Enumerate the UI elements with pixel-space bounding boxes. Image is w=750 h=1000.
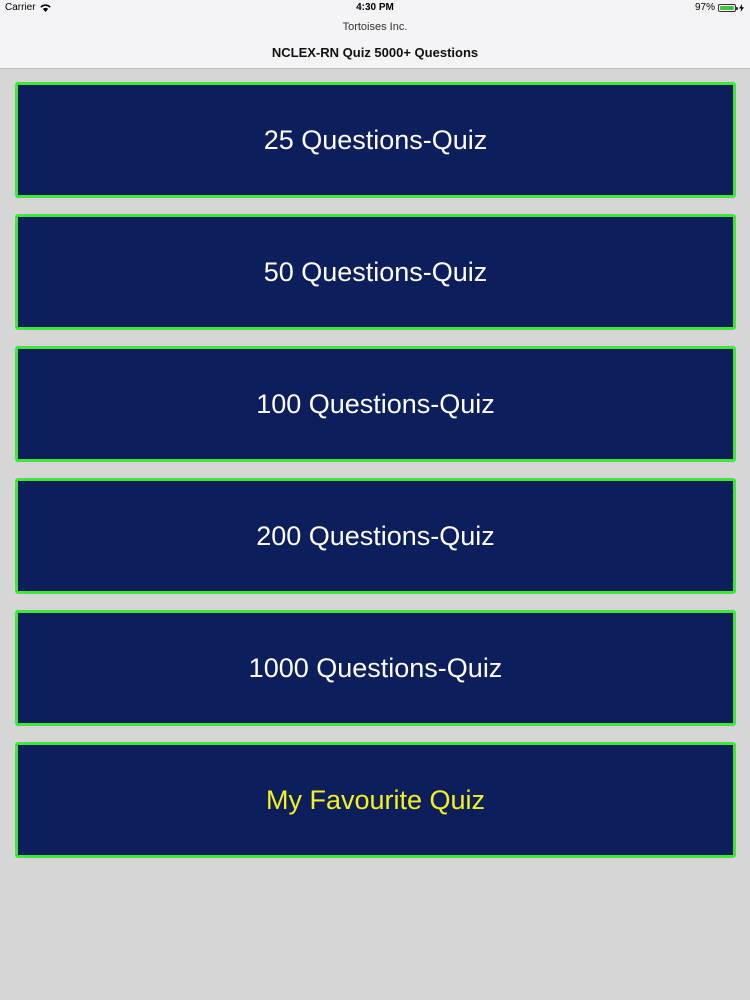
battery-percent: 97%: [694, 2, 715, 13]
battery-tip: [736, 6, 738, 10]
page-title: NCLEX-RN Quiz 5000+ Questions: [271, 45, 479, 60]
quiz-200-button[interactable]: 200 Questions-Quiz: [15, 478, 736, 594]
app-company-name: Tortoises Inc.: [342, 21, 408, 33]
quiz-button-label: 1000 Questions-Quiz: [248, 652, 503, 683]
quiz-menu: 25 Questions-Quiz 50 Questions-Quiz 100 …: [15, 82, 736, 874]
quiz-button-label: 200 Questions-Quiz: [256, 520, 495, 551]
battery-status: 97%: [695, 2, 744, 13]
quiz-button-label: 100 Questions-Quiz: [256, 388, 495, 419]
quiz-25-button[interactable]: 25 Questions-Quiz: [15, 82, 736, 198]
quiz-button-label: 50 Questions-Quiz: [263, 256, 488, 287]
quiz-50-button[interactable]: 50 Questions-Quiz: [15, 214, 736, 330]
battery-icon: [718, 3, 738, 12]
top-bar: Carrier 4:30 PM 97% Tortoises Inc. NCLEX…: [0, 0, 750, 69]
quiz-button-label: 25 Questions-Quiz: [263, 124, 488, 155]
battery-level-fill: [720, 5, 734, 10]
quiz-100-button[interactable]: 100 Questions-Quiz: [15, 346, 736, 462]
quiz-1000-button[interactable]: 1000 Questions-Quiz: [15, 610, 736, 726]
favourite-quiz-button[interactable]: My Favourite Quiz: [15, 742, 736, 858]
status-bar: Carrier 4:30 PM 97%: [0, 0, 750, 16]
quiz-button-label: My Favourite Quiz: [265, 784, 486, 815]
status-time: 4:30 PM: [356, 2, 394, 13]
charging-bolt-icon: [739, 3, 744, 12]
